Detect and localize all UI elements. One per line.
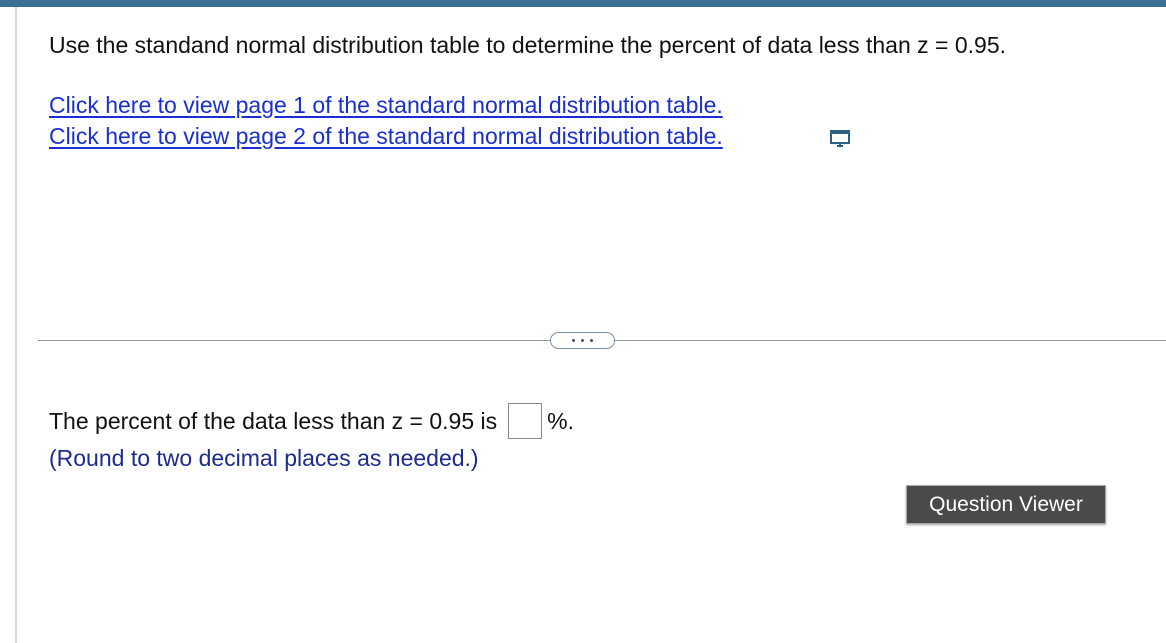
answer-line: The percent of the data less than z = 0.… [49, 403, 574, 439]
more-options-button[interactable] [550, 332, 615, 349]
top-accent-bar [0, 0, 1166, 7]
ellipsis-icon [581, 339, 584, 342]
question-prompt: Use the standand normal distribution tab… [49, 32, 1007, 58]
ellipsis-icon [572, 339, 575, 342]
answer-input[interactable] [508, 403, 543, 439]
rounding-hint: (Round to two decimal places as needed.) [49, 445, 479, 471]
table-page-2-link[interactable]: Click here to view page 2 of the standar… [49, 121, 723, 152]
answer-suffix: %. [547, 408, 574, 434]
left-border [15, 7, 17, 643]
question-viewer-button[interactable]: Question Viewer [906, 485, 1106, 524]
answer-prefix: The percent of the data less than z = 0.… [49, 408, 498, 434]
ellipsis-icon [590, 339, 593, 342]
table-page-1-link[interactable]: Click here to view page 1 of the standar… [49, 90, 723, 121]
popup-window-icon[interactable] [829, 129, 853, 149]
table-links: Click here to view page 1 of the standar… [49, 90, 723, 152]
